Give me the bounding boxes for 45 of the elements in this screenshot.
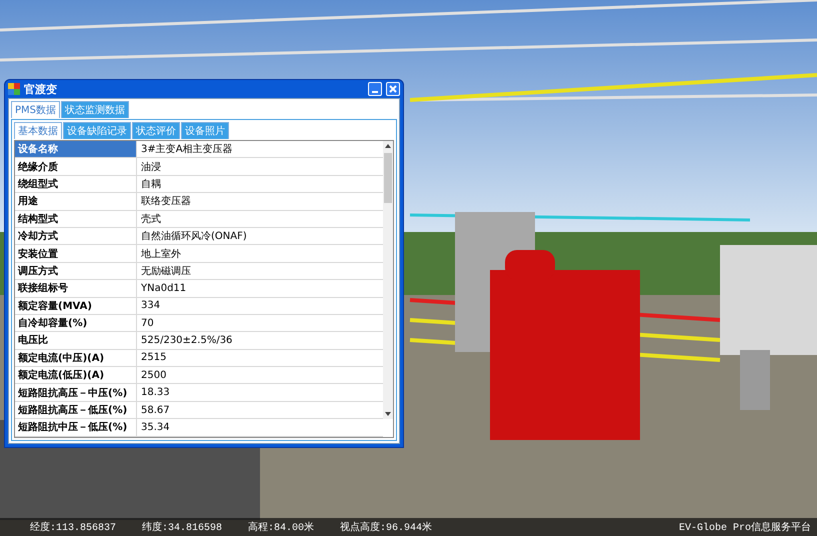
- property-value-cell-text: 58.67: [140, 404, 171, 418]
- property-name-cell[interactable]: 额定容量(MVA): [15, 298, 137, 314]
- property-name-cell[interactable]: 绝缘介质: [15, 158, 137, 175]
- property-value-cell-text: 自然油循环风冷(ONAF): [140, 230, 248, 244]
- property-value-cell-text: 525/230±2.5%/36: [140, 334, 234, 348]
- status-text: 高程:84.00米: [248, 520, 314, 534]
- tab[interactable]: 基本数据: [14, 122, 62, 139]
- tab[interactable]: PMS数据: [11, 101, 60, 118]
- platform-name: EV-Globe Pro信息服务平台: [678, 520, 811, 534]
- property-value-cell-text: 2500: [140, 368, 168, 383]
- property-name-cell[interactable]: 用途: [15, 193, 137, 210]
- property-value-cell-text: 35.34: [140, 420, 171, 435]
- window-title: 官渡变: [24, 82, 58, 96]
- property-name-cell[interactable]: 设备名称: [15, 141, 137, 158]
- property-name-cell[interactable]: 联接组标号: [15, 280, 137, 297]
- close-icon: [389, 85, 397, 93]
- scrollbar[interactable]: [383, 141, 393, 419]
- property-value-cell-text: 联络变压器: [140, 194, 192, 210]
- property-value-cell-text: 18.33: [140, 386, 171, 400]
- status-text: 视点高度:96.944米: [340, 520, 432, 534]
- property-name-cell[interactable]: 结构型式: [15, 210, 137, 227]
- status-text: 纬度:34.816598: [142, 520, 222, 534]
- property-value-cell-text: 2515: [140, 351, 168, 366]
- property-value-cell-text: 334: [140, 299, 162, 314]
- property-value-cell-text: 3#主变A相主变压器: [140, 142, 234, 158]
- property-value-cell-text: 地上室外: [140, 248, 182, 262]
- status-text: 经度:113.856837: [30, 520, 116, 534]
- property-name-cell[interactable]: 短路阻抗中压－低压(%): [15, 419, 137, 436]
- property-value-cell-text: YNa0d11: [140, 282, 188, 296]
- property-name-cell[interactable]: 额定电流(低压)(A): [15, 367, 137, 384]
- property-value-cell-text: 70: [140, 316, 155, 331]
- property-value-cell-text: 自耦: [140, 178, 162, 192]
- property-value-cell-text: 油浸: [140, 160, 162, 175]
- property-value-cell-text: 壳式: [140, 212, 162, 227]
- property-name-cell[interactable]: 安装位置: [15, 245, 137, 262]
- property-name-cell[interactable]: 额定电流(中压)(A): [15, 350, 137, 366]
- property-name-cell[interactable]: 绕组型式: [15, 176, 137, 192]
- app-icon: [8, 83, 20, 95]
- close-button[interactable]: [386, 82, 400, 96]
- property-value-cell-text: 无励磁调压: [140, 264, 192, 279]
- property-name-cell[interactable]: 调压方式: [15, 262, 137, 280]
- property-name-cell[interactable]: 短路阻抗高压－中压(%): [15, 384, 137, 401]
- minimize-button[interactable]: [368, 82, 382, 96]
- property-name-cell[interactable]: 短路阻抗高压－低压(%): [15, 402, 137, 418]
- property-name-cell[interactable]: 冷却方式: [15, 228, 137, 244]
